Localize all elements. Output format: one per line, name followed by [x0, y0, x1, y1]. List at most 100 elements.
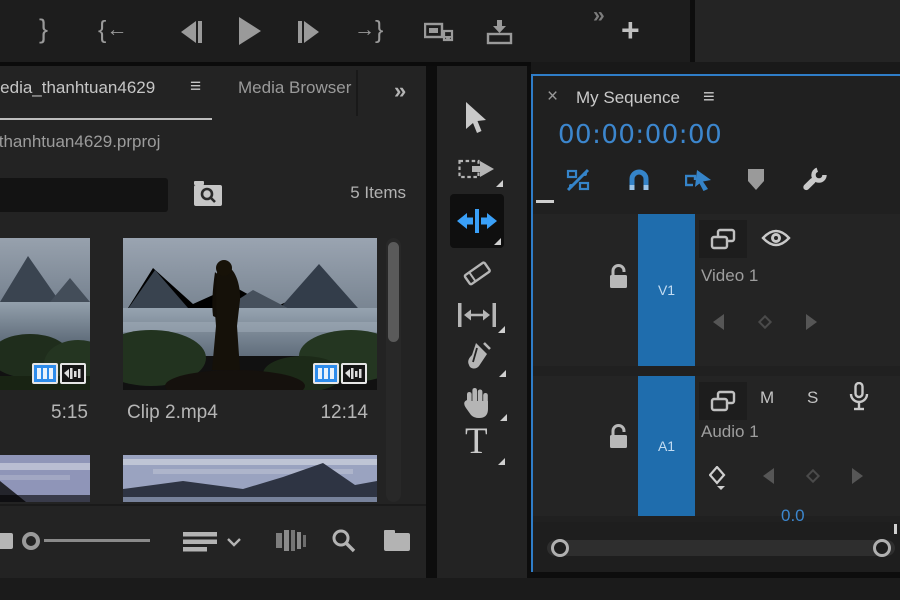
playhead-timecode[interactable]: 00:00:00:00 [558, 120, 722, 150]
toolbar-right-section [695, 0, 900, 62]
chevron-down-icon[interactable] [227, 538, 241, 547]
mark-in-icon: { [0, 14, 12, 45]
tab-divider [356, 70, 358, 116]
add-marker-icon[interactable] [747, 168, 765, 191]
tool-flyout-mark [496, 180, 503, 187]
tool-flyout-mark [498, 326, 505, 333]
timeline-gap [531, 62, 900, 74]
transport-toolbar: { } {← →} » + [0, 0, 900, 66]
go-to-out-button[interactable]: →} [354, 16, 383, 45]
clip-duration: 12:14 [310, 402, 368, 424]
hand-tool[interactable] [462, 386, 492, 418]
tools-panel: T [437, 66, 527, 578]
snap-magnet-icon[interactable] [627, 168, 651, 192]
audio-usage-badge[interactable] [341, 363, 367, 384]
ripple-edit-tool[interactable] [450, 194, 504, 248]
add-button[interactable]: + [621, 12, 640, 49]
panel-footer-divider [0, 504, 426, 506]
list-view-button[interactable] [0, 528, 20, 556]
tab-media-browser-label: Media Browser [238, 78, 351, 97]
panel-overflow-chevron[interactable]: » [394, 78, 406, 104]
mute-track-button[interactable]: M [760, 388, 774, 408]
lock-icon[interactable] [607, 264, 630, 290]
clip-duration: 5:15 [30, 402, 88, 424]
project-panel: Media_thanhtuan4629 ≡ Media Browser » Me… [0, 66, 426, 578]
go-to-out-icon: → [354, 18, 375, 41]
voiceover-record-mic-icon[interactable] [849, 382, 869, 412]
close-panel-button[interactable]: × [547, 86, 558, 108]
tab-project-menu-icon[interactable]: ≡ [190, 76, 201, 98]
pen-tool[interactable] [463, 342, 491, 372]
items-count: 5 Items [330, 183, 406, 203]
audio-track-name[interactable]: Audio 1 [701, 422, 759, 442]
sync-lock-icon[interactable] [710, 228, 736, 250]
linked-selection-icon[interactable] [685, 168, 713, 192]
clip-thumbnail-4[interactable] [123, 455, 377, 502]
next-keyframe-icon[interactable] [805, 314, 817, 330]
automate-to-sequence-button[interactable] [276, 530, 310, 552]
project-file-name: Media_thanhtuan4629.prproj [0, 132, 320, 152]
toolbar-more-chevron[interactable]: » [593, 4, 605, 28]
bottom-strip [0, 578, 900, 600]
play-button[interactable] [238, 17, 262, 45]
add-keyframe-icon[interactable] [805, 468, 821, 484]
find-in-project-icon[interactable] [193, 180, 223, 207]
tab-active-underline [0, 118, 212, 120]
insert-button[interactable] [424, 19, 454, 45]
tool-flyout-mark [494, 238, 501, 245]
step-forward-button[interactable] [296, 19, 322, 45]
zoom-handle-right[interactable] [873, 539, 891, 557]
mark-in-button[interactable]: { [0, 14, 12, 50]
project-file-row[interactable]: Media_thanhtuan4629.prproj [0, 132, 320, 156]
razor-tool[interactable] [462, 258, 492, 288]
add-keyframe-icon[interactable] [757, 314, 773, 330]
project-scrollbar-thumb[interactable] [388, 242, 399, 342]
type-tool[interactable]: T [465, 420, 488, 463]
solo-track-button[interactable]: S [807, 388, 818, 408]
ruler-edge-tick [536, 200, 554, 203]
premiere-window: { } {← →} » + [0, 0, 900, 600]
zoom-slider-track[interactable] [44, 539, 150, 542]
tab-media-browser[interactable]: Media Browser [238, 78, 356, 108]
tab-project[interactable]: Media_thanhtuan4629 [0, 78, 186, 108]
timeline-scrollbar[interactable] [547, 540, 895, 556]
tool-flyout-mark [499, 370, 506, 377]
overwrite-button[interactable] [486, 19, 514, 45]
tab-project-label: Media_thanhtuan4629 [0, 78, 186, 98]
nest-toggle-icon[interactable] [566, 168, 590, 192]
step-back-button[interactable] [178, 19, 204, 45]
previous-keyframe-icon[interactable] [713, 314, 725, 330]
keyframe-type-menu-icon[interactable] [709, 466, 727, 490]
previous-keyframe-icon[interactable] [763, 468, 775, 484]
find-button[interactable] [331, 528, 357, 554]
audio-usage-badge[interactable] [60, 363, 86, 384]
search-input[interactable] [0, 178, 168, 212]
selection-tool[interactable] [464, 102, 488, 134]
source-patch-a1[interactable]: A1 [638, 376, 695, 516]
tool-flyout-mark [498, 458, 505, 465]
scroll-edge-tick [894, 524, 897, 534]
clip-thumbnail-3[interactable] [0, 455, 90, 502]
sort-icons-button[interactable] [183, 532, 219, 552]
new-bin-button[interactable] [383, 529, 411, 552]
zoom-slider-knob[interactable] [22, 532, 40, 550]
video-track-name[interactable]: Video 1 [701, 266, 758, 286]
clip-name[interactable]: Clip 2.mp4 [127, 402, 218, 424]
next-keyframe-icon[interactable] [851, 468, 863, 484]
timeline-menu-icon[interactable]: ≡ [703, 86, 715, 109]
toggle-track-output-eye-icon[interactable] [761, 228, 791, 248]
sync-lock-icon[interactable] [710, 390, 736, 412]
timeline-settings-wrench-icon[interactable] [801, 167, 827, 193]
video-usage-badge[interactable] [313, 363, 339, 384]
timeline-panel: × My Sequence ≡ 00:00:00:00 [531, 74, 900, 572]
go-to-in-button[interactable]: {← [98, 16, 127, 45]
video-usage-badge[interactable] [32, 363, 58, 384]
source-patch-v1[interactable]: V1 [638, 214, 695, 366]
ripple-edit-icon [457, 209, 497, 233]
zoom-handle-left[interactable] [551, 539, 569, 557]
lock-icon[interactable] [607, 424, 630, 450]
mark-out-button[interactable]: } [39, 14, 48, 45]
slip-tool[interactable] [458, 302, 496, 328]
track-select-forward-tool[interactable] [458, 156, 496, 184]
timeline-tab-title[interactable]: My Sequence [576, 88, 680, 108]
